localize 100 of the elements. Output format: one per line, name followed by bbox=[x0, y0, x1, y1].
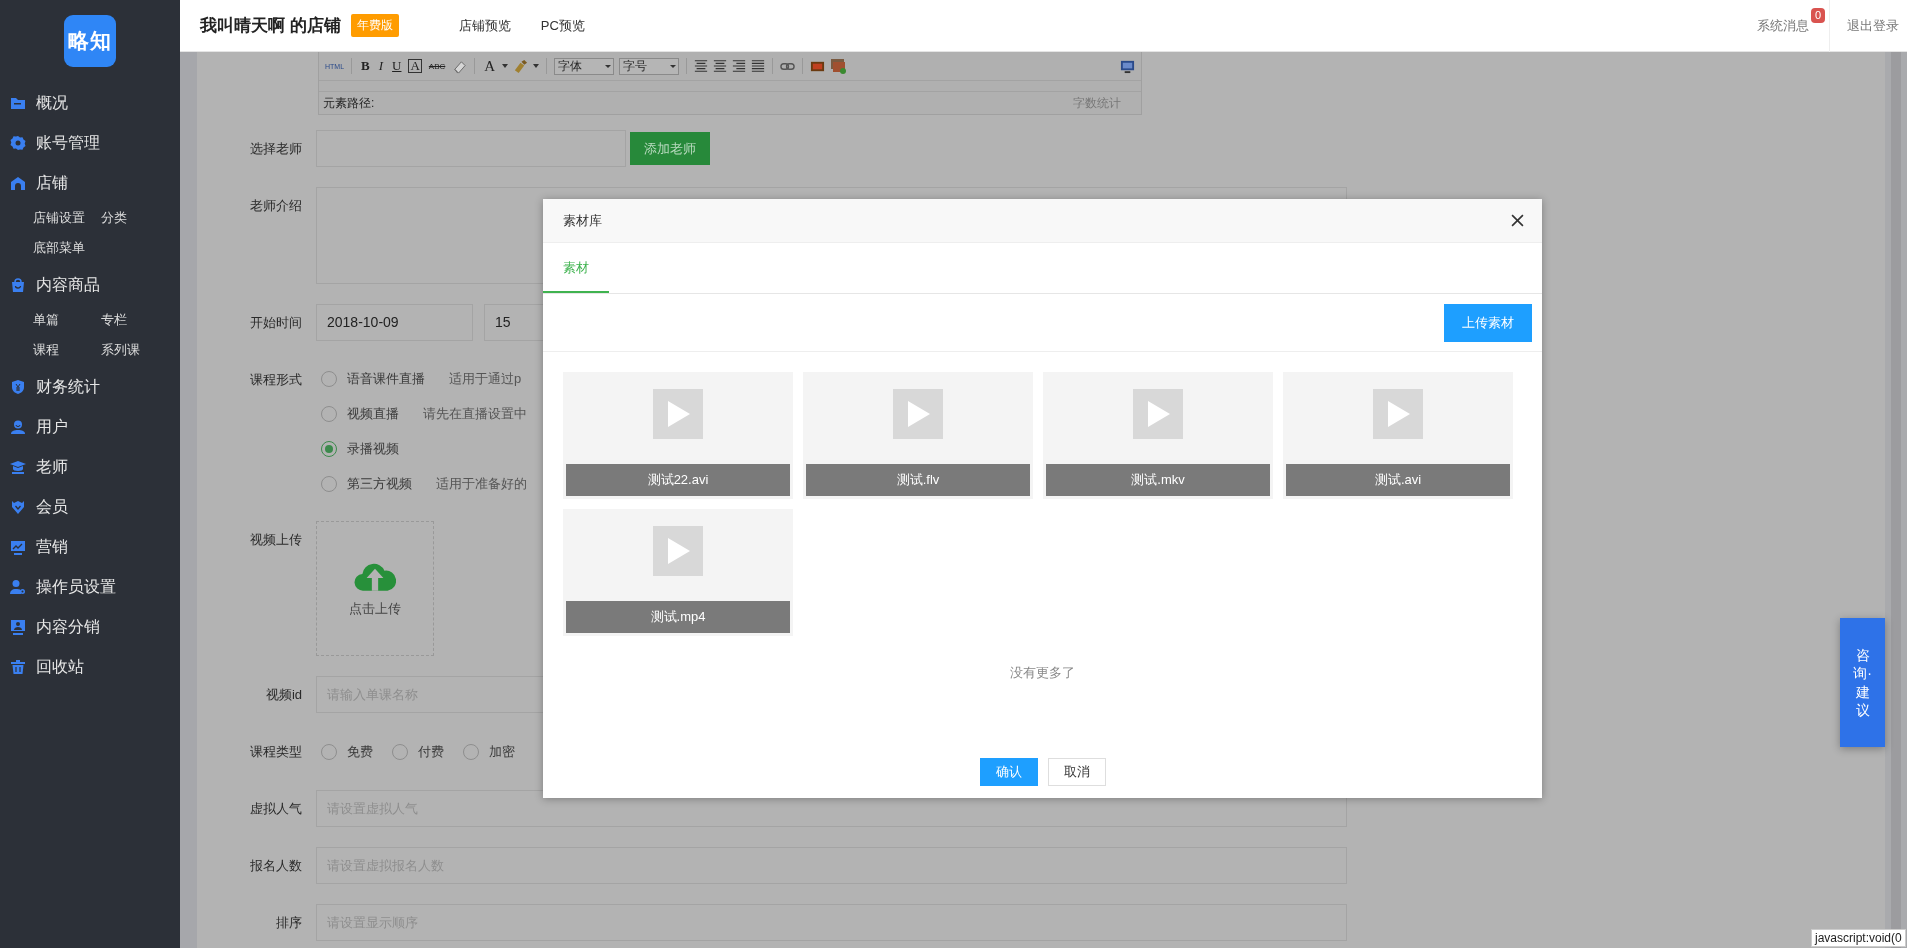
sidebar-item[interactable]: 操作员设置 bbox=[36, 576, 116, 598]
align-center-icon[interactable] bbox=[713, 59, 728, 73]
date-field[interactable]: 2018-10-09 bbox=[316, 304, 473, 341]
shop-title: 我叫晴天啊 的店铺 bbox=[200, 15, 341, 37]
bag-icon bbox=[10, 277, 26, 293]
font-select[interactable]: 字体 bbox=[554, 57, 615, 75]
plan-badge: 年费版 bbox=[350, 14, 399, 37]
caret-icon[interactable] bbox=[533, 64, 540, 68]
sidebar-item[interactable]: 内容分销 bbox=[36, 616, 100, 638]
preview-icon[interactable] bbox=[1120, 58, 1135, 74]
user-gear-icon bbox=[10, 579, 26, 595]
modal-title: 素材库 bbox=[563, 211, 602, 230]
sidebar-subitem[interactable]: 分类 bbox=[101, 203, 127, 233]
radio-label: 录播视频 bbox=[347, 439, 399, 458]
chart-icon bbox=[10, 539, 26, 555]
font-color-button[interactable]: A bbox=[482, 57, 498, 75]
radio-label: 免费 bbox=[347, 742, 373, 761]
images-icon[interactable] bbox=[830, 58, 847, 74]
caret-icon[interactable] bbox=[502, 64, 509, 68]
play-icon bbox=[1133, 389, 1183, 439]
radio-label: 付费 bbox=[418, 742, 444, 761]
sidebar-item[interactable]: 账号管理 bbox=[36, 132, 100, 154]
format-button[interactable]: B bbox=[359, 58, 372, 74]
field-label: 课程类型 bbox=[249, 743, 303, 761]
gear-icon bbox=[10, 135, 26, 151]
sidebar-item[interactable]: 会员 bbox=[36, 496, 68, 518]
nav-link[interactable]: PC预览 bbox=[540, 16, 585, 35]
font-select[interactable]: 字号 bbox=[619, 57, 680, 75]
sidebar-item[interactable]: 营销 bbox=[36, 536, 68, 558]
radio-label: 加密 bbox=[489, 742, 515, 761]
graduation-cap-icon bbox=[10, 459, 26, 475]
trash-icon bbox=[10, 659, 26, 675]
play-icon bbox=[653, 526, 703, 576]
sidebar-item[interactable]: 店铺 bbox=[36, 172, 68, 194]
hint-text: 适用于准备好的 bbox=[436, 474, 527, 493]
field-label: 虚拟人气 bbox=[249, 800, 303, 818]
sidebar-subitem[interactable]: 店铺设置 bbox=[33, 203, 85, 233]
format-button[interactable]: U bbox=[390, 58, 404, 74]
nav-link[interactable]: 店铺预览 bbox=[458, 16, 511, 35]
field-label: 排序 bbox=[275, 914, 303, 932]
hint-text: 适用于通过p bbox=[449, 369, 522, 388]
field-label: 开始时间 bbox=[249, 314, 303, 332]
play-icon bbox=[893, 389, 943, 439]
video-card[interactable]: 测试.avi bbox=[1283, 372, 1513, 499]
field-label: 课程形式 bbox=[249, 371, 303, 389]
format-button[interactable]: ABC bbox=[426, 61, 448, 71]
sidebar-subitem[interactable]: 单篇 bbox=[33, 305, 59, 335]
video-name: 测试.mkv bbox=[1046, 464, 1270, 496]
play-icon bbox=[1373, 389, 1423, 439]
status-url-text: javascript:void(0 bbox=[1815, 931, 1902, 945]
element-path-label: 元素路径: bbox=[323, 94, 375, 112]
heart-badge-icon bbox=[10, 499, 26, 515]
align-right-icon[interactable] bbox=[732, 59, 747, 73]
sidebar-subitem[interactable]: 系列课 bbox=[101, 335, 140, 365]
field-label: 视频id bbox=[264, 686, 303, 704]
video-name: 测试.avi bbox=[1286, 464, 1510, 496]
highlighter-icon[interactable] bbox=[513, 58, 529, 74]
hint-text: 请先在直播设置中 bbox=[423, 404, 527, 423]
eraser-icon[interactable] bbox=[452, 58, 468, 74]
close-icon[interactable] bbox=[1511, 214, 1524, 227]
house-icon bbox=[10, 175, 26, 191]
format-button[interactable]: A bbox=[408, 59, 422, 73]
field-label: 选择老师 bbox=[249, 140, 303, 158]
logo: 略知 bbox=[64, 15, 116, 67]
format-button[interactable]: I bbox=[376, 58, 386, 74]
messages-link[interactable]: 系统消息 bbox=[1757, 17, 1809, 33]
field-label: 视频上传 bbox=[249, 531, 303, 549]
video-card[interactable]: 测试.mp4 bbox=[563, 509, 793, 636]
upload-area[interactable]: 点击上传 bbox=[316, 521, 434, 656]
sidebar-item[interactable]: 老师 bbox=[36, 456, 68, 478]
logout-link[interactable]: 退出登录 bbox=[1829, 0, 1907, 52]
radio-label: 第三方视频 bbox=[347, 474, 412, 493]
folder-icon bbox=[10, 95, 26, 111]
video-card[interactable]: 测试.mkv bbox=[1043, 372, 1273, 499]
video-card[interactable]: 测试.flv bbox=[803, 372, 1033, 499]
message-count-badge: 0 bbox=[1810, 7, 1825, 23]
cancel-button[interactable]: 取消 bbox=[1047, 758, 1106, 786]
consult-button[interactable]: 咨询·建议 bbox=[1840, 618, 1885, 747]
play-icon bbox=[653, 389, 703, 439]
upload-text: 点击上传 bbox=[349, 599, 401, 618]
sidebar-subitem[interactable]: 课程 bbox=[33, 335, 59, 365]
video-name: 测试.mp4 bbox=[566, 601, 790, 633]
radio-label: 视频直播 bbox=[347, 404, 399, 423]
monitor-icon bbox=[10, 619, 26, 635]
sidebar-item[interactable]: 财务统计 bbox=[36, 376, 100, 398]
justify-icon[interactable] bbox=[751, 59, 766, 73]
sidebar-item[interactable]: 内容商品 bbox=[36, 274, 100, 296]
sidebar-item[interactable]: 用户 bbox=[36, 416, 68, 438]
sidebar-item[interactable]: 概况 bbox=[36, 92, 68, 114]
video-name: 测试.flv bbox=[806, 464, 1030, 496]
video-card[interactable]: 测试22.avi bbox=[563, 372, 793, 499]
sidebar-subitem[interactable]: 底部菜单 bbox=[33, 233, 85, 263]
sidebar-item[interactable]: 回收站 bbox=[36, 656, 84, 678]
align-left-icon[interactable] bbox=[694, 59, 709, 73]
user-icon bbox=[10, 419, 26, 435]
video-name: 测试22.avi bbox=[566, 464, 790, 496]
field-label: 报名人数 bbox=[249, 857, 303, 875]
shield-icon bbox=[10, 379, 26, 395]
radio-label: 语音课件直播 bbox=[347, 369, 425, 388]
sidebar-subitem[interactable]: 专栏 bbox=[101, 305, 127, 335]
